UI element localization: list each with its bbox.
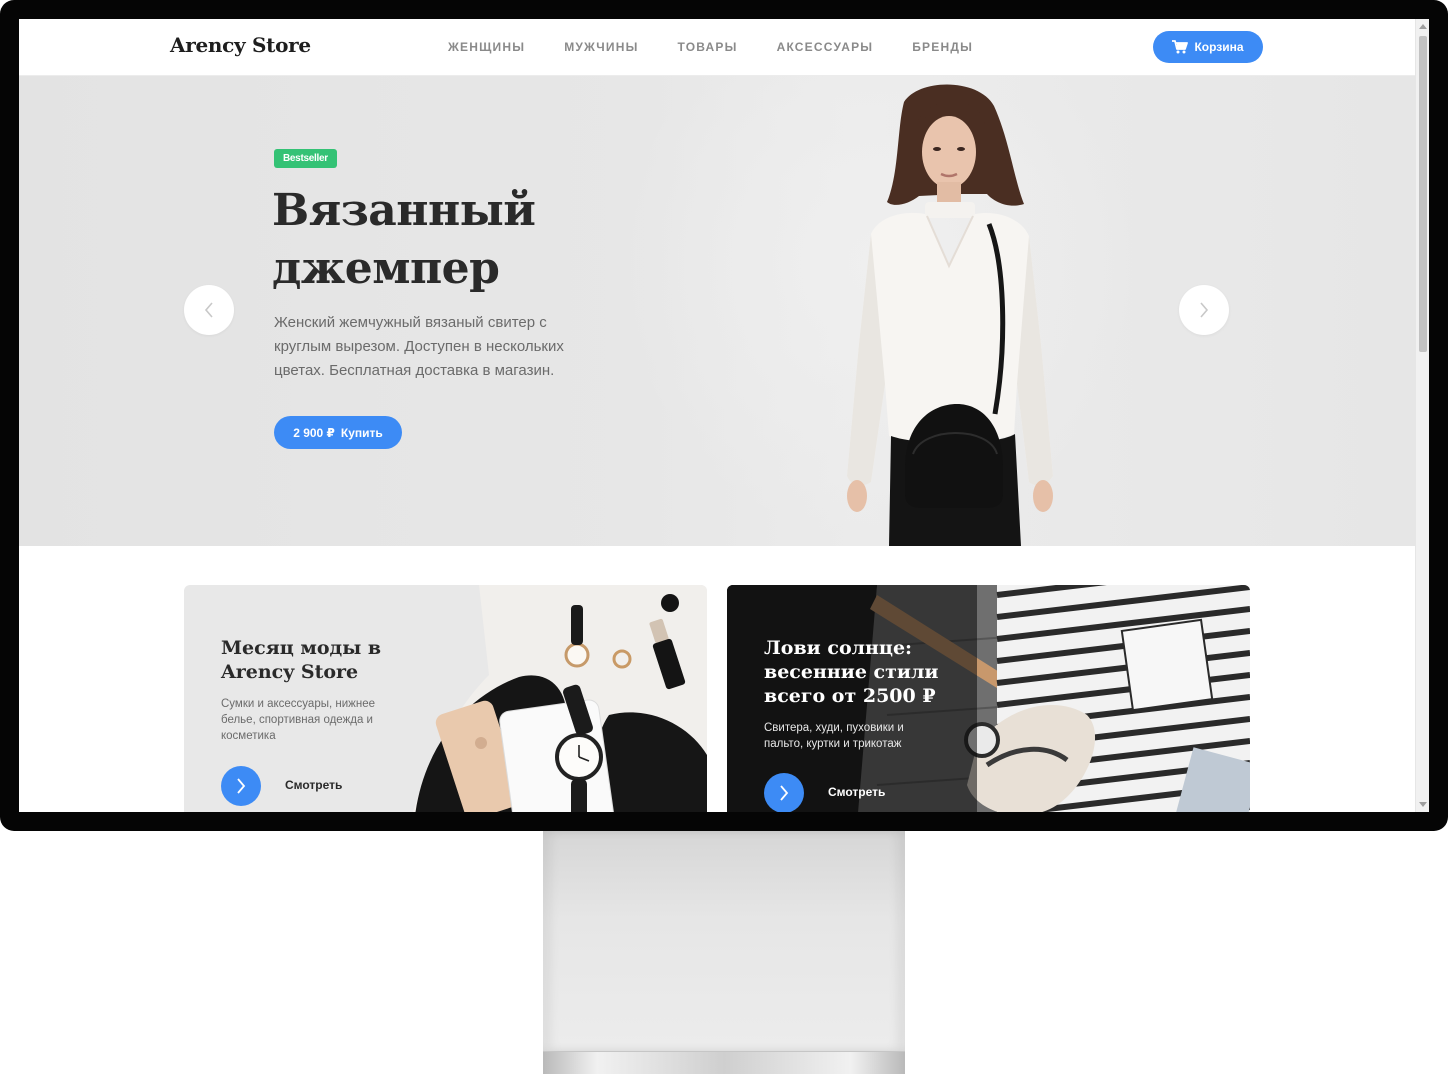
scroll-up-arrow-icon[interactable] (1419, 24, 1427, 29)
price-label: 2 900 ₽ (293, 425, 335, 440)
card-view-link[interactable]: Смотреть (285, 778, 342, 792)
promo-card-spring-styles[interactable]: Лови солнце: весенние стили всего от 250… (727, 585, 1250, 812)
promo-card-fashion-month[interactable]: Месяц моды в Arency Store Сумки и аксесс… (184, 585, 707, 812)
site-header: Arency Store ЖЕНЩИНЫ МУЖЧИНЫ ТОВАРЫ АКСЕ… (19, 19, 1415, 76)
cart-icon (1172, 40, 1189, 54)
chevron-right-icon (1200, 302, 1209, 318)
nav-item-men[interactable]: МУЖЧИНЫ (564, 40, 638, 54)
nav-item-brands[interactable]: БРЕНДЫ (912, 40, 973, 54)
chevron-right-icon (237, 778, 246, 794)
slider-prev-button[interactable] (184, 285, 234, 335)
chevron-left-icon (204, 302, 213, 318)
slider-next-button[interactable] (1179, 285, 1229, 335)
cart-label: Корзина (1194, 40, 1244, 54)
card-view-link[interactable]: Смотреть (828, 785, 885, 799)
monitor-stand (543, 831, 905, 1051)
bestseller-badge: Bestseller (274, 149, 337, 168)
page-scrollbar[interactable] (1415, 19, 1429, 812)
nav-item-women[interactable]: ЖЕНЩИНЫ (448, 40, 525, 54)
card-title: Лови солнце: весенние стили всего от 250… (764, 637, 939, 707)
cart-button[interactable]: Корзина (1153, 31, 1263, 63)
hero-model-image (847, 84, 1053, 546)
nav-item-accessories[interactable]: АКСЕССУАРЫ (777, 40, 874, 54)
screen: Arency Store ЖЕНЩИНЫ МУЖЧИНЫ ТОВАРЫ АКСЕ… (19, 19, 1429, 812)
card-arrow-button[interactable] (764, 773, 804, 812)
monitor-bezel: Arency Store ЖЕНЩИНЫ МУЖЧИНЫ ТОВАРЫ АКСЕ… (0, 0, 1448, 831)
hero-title-line-2: джемпер (272, 243, 500, 294)
main-nav: ЖЕНЩИНЫ МУЖЧИНЫ ТОВАРЫ АКСЕССУАРЫ БРЕНДЫ (448, 40, 1012, 54)
chevron-right-icon (780, 785, 789, 801)
buy-label: Купить (340, 425, 383, 440)
scroll-down-arrow-icon[interactable] (1419, 802, 1427, 807)
monitor-stand-base (543, 1051, 905, 1074)
card-description: Свитера, худи, пуховики и пальто, куртки… (764, 722, 904, 750)
buy-button[interactable]: 2 900 ₽ Купить (274, 416, 402, 449)
card-arrow-button[interactable] (221, 766, 261, 806)
card-title: Месяц моды в Arency Store (221, 637, 382, 683)
brand-logo[interactable]: Arency Store (170, 33, 311, 57)
card-description: Сумки и аксессуары, нижнее белье, спорти… (221, 698, 375, 742)
accessories-image (412, 585, 707, 812)
hero-title-line-1: Вязанный (272, 185, 536, 236)
hero-slider: Bestseller Вязанный джемпер Женский жемч… (19, 76, 1415, 546)
nav-item-products[interactable]: ТОВАРЫ (678, 40, 738, 54)
scrollbar-thumb[interactable] (1419, 36, 1427, 352)
hero-description: Женский жемчужный вязаный свитер с кругл… (274, 314, 564, 379)
hero-title: Вязанный джемпер (272, 182, 602, 298)
